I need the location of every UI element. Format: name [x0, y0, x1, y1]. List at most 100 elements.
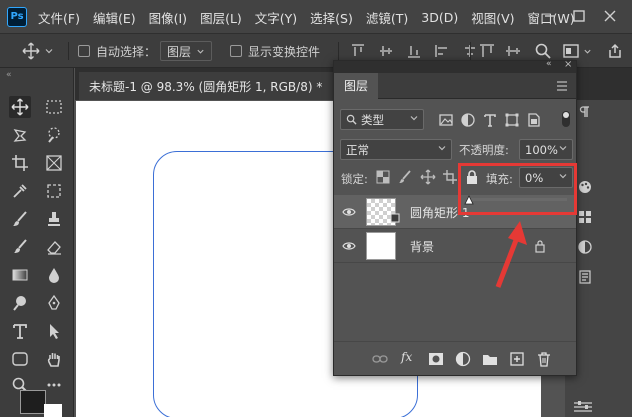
menu-filter[interactable]: 滤镜(T) — [366, 8, 408, 27]
layers-tab[interactable]: 图层 — [334, 73, 379, 99]
filter-smart-object-icon[interactable] — [526, 112, 542, 128]
paragraph-icon[interactable] — [578, 106, 590, 118]
filter-kind-dropdown[interactable]: 类型 — [340, 109, 424, 130]
adjustments-icon[interactable] — [578, 240, 592, 254]
lock-position-icon[interactable] — [420, 169, 436, 185]
brush-tool[interactable] — [9, 208, 31, 230]
swatches-icon[interactable] — [578, 210, 592, 224]
search-icon — [346, 114, 357, 125]
history-brush-icon — [14, 239, 27, 253]
menu-select[interactable]: 选择(S) — [310, 8, 353, 27]
filter-pixel-icon[interactable] — [438, 112, 454, 128]
menu-layer[interactable]: 图层(L) — [200, 8, 242, 27]
collapse-toolbar-icon[interactable]: « — [6, 70, 12, 80]
chevron-down-icon — [45, 49, 53, 54]
shape-layer-badge-icon — [390, 213, 400, 223]
eraser-tool[interactable] — [43, 236, 65, 258]
type-icon — [13, 324, 27, 339]
chevron-down-icon — [438, 146, 446, 151]
filter-toggle[interactable] — [562, 111, 570, 127]
arrow-cursor-icon — [50, 324, 59, 339]
maximize-button[interactable] — [567, 6, 591, 26]
eyedropper-tool[interactable] — [9, 180, 31, 202]
document-tab[interactable]: 未标题-1 @ 98.3% (圆角矩形 1, RGB/8) * × — [79, 72, 343, 100]
group-folder-icon[interactable] — [482, 351, 498, 367]
hand-icon — [47, 353, 60, 367]
hand-tool[interactable] — [43, 348, 65, 370]
align-bottom-icon[interactable] — [406, 43, 422, 59]
panel-grip-bar[interactable]: « × — [334, 59, 576, 73]
menu-file[interactable]: 文件(F) — [38, 8, 80, 27]
path-select-tool[interactable] — [43, 320, 65, 342]
filter-adjustment-icon[interactable] — [460, 112, 476, 128]
dodge-tool[interactable] — [9, 292, 31, 314]
filter-kind-value: 类型 — [361, 112, 384, 127]
align-left-icon[interactable] — [434, 43, 450, 59]
mask-icon[interactable] — [428, 351, 444, 367]
minimize-button[interactable] — [538, 6, 562, 26]
move-tool[interactable] — [9, 96, 31, 118]
eyedropper-icon — [13, 184, 27, 198]
menu-view[interactable]: 视图(V) — [471, 8, 514, 27]
type-tool[interactable] — [9, 320, 31, 342]
menu-image[interactable]: 图像(I) — [149, 8, 187, 27]
properties-icon[interactable] — [578, 270, 592, 284]
quick-select-tool[interactable] — [43, 124, 65, 146]
quick-select-icon — [48, 127, 60, 143]
filter-shape-icon[interactable] — [504, 112, 520, 128]
background-color-swatch[interactable] — [44, 404, 62, 417]
adjustment-icon[interactable] — [455, 351, 471, 367]
search-icon[interactable] — [534, 42, 552, 60]
distribute-icon[interactable] — [478, 42, 496, 60]
link-icon[interactable] — [372, 351, 388, 367]
align-top-icon[interactable] — [350, 43, 366, 59]
show-transform-label: 显示变换控件 — [248, 44, 321, 59]
menu-type[interactable]: 文字(Y) — [255, 8, 297, 27]
align-vcenter-icon[interactable] — [378, 43, 394, 59]
share-icon[interactable] — [606, 42, 624, 60]
crop-tool[interactable] — [9, 152, 31, 174]
lock-artboard-icon[interactable] — [442, 169, 458, 185]
foreground-color-swatch[interactable] — [20, 390, 46, 414]
history-brush-tool[interactable] — [9, 236, 31, 258]
close-panel-icon[interactable]: × — [564, 59, 572, 70]
fx-icon[interactable]: fx — [401, 350, 412, 364]
eye-icon[interactable] — [342, 205, 356, 219]
collapse-panel-icon[interactable]: « — [546, 59, 552, 69]
close-window-button[interactable] — [598, 6, 622, 26]
layer-row-background[interactable]: 背景 — [334, 229, 576, 263]
more-tools-button[interactable] — [43, 374, 65, 396]
auto-select-dropdown[interactable]: 图层 — [160, 41, 212, 61]
opacity-input[interactable]: 100% — [519, 139, 573, 160]
lock-transparent-icon[interactable] — [376, 170, 390, 184]
new-layer-icon[interactable] — [509, 351, 525, 367]
filter-type-icon[interactable] — [482, 112, 498, 128]
pen-tool[interactable] — [43, 292, 65, 314]
object-select-tool[interactable] — [43, 180, 65, 202]
menu-edit[interactable]: 编辑(E) — [93, 8, 136, 27]
show-transform-checkbox[interactable]: 显示变换控件 — [230, 34, 320, 68]
trash-icon[interactable] — [536, 351, 552, 367]
menu-3d[interactable]: 3D(D) — [421, 10, 458, 25]
shape-tool[interactable] — [9, 348, 31, 370]
eraser-icon — [47, 241, 61, 255]
stamp-tool[interactable] — [43, 208, 65, 230]
auto-select-checkbox[interactable]: 自动选择： — [78, 34, 156, 68]
move-tool-preset[interactable] — [22, 34, 54, 68]
color-palette-icon[interactable] — [578, 180, 592, 194]
menu-bar: Ps 文件(F) 编辑(E) 图像(I) 图层(L) 文字(Y) 选择(S) 滤… — [0, 0, 632, 34]
blend-mode-dropdown[interactable]: 正常 — [340, 139, 452, 160]
crop-icon — [12, 155, 28, 171]
frame-tool[interactable] — [43, 152, 65, 174]
sliders-icon[interactable] — [573, 400, 593, 414]
gradient-tool[interactable] — [9, 264, 31, 286]
blur-tool[interactable] — [43, 264, 65, 286]
lock-brush-icon[interactable] — [398, 170, 412, 184]
layers-footer: fx — [334, 341, 576, 375]
panel-menu-icon[interactable] — [556, 81, 568, 91]
lasso-tool[interactable] — [9, 124, 31, 146]
distribute-center-icon[interactable] — [504, 42, 522, 60]
workspace-icon[interactable] — [562, 42, 580, 60]
eye-icon[interactable] — [342, 239, 356, 253]
marquee-tool[interactable] — [43, 96, 65, 118]
